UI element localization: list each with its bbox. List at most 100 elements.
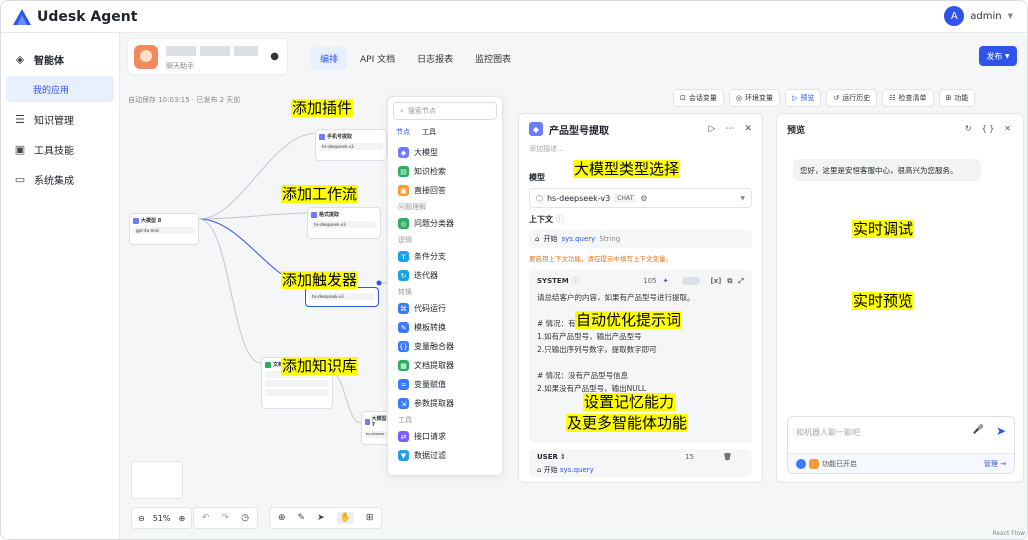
system-label: SYSTEM <box>537 277 569 285</box>
search-icon: ⌕ <box>400 106 404 115</box>
redo-icon[interactable]: ↷ <box>222 513 230 523</box>
node-model: hs-deepse <box>365 431 387 438</box>
loop-icon: ↻ <box>398 270 409 281</box>
history-icon[interactable]: ◷ <box>241 513 249 523</box>
bot-message: 您好，这里是安恒客服中心，很高兴为您服务。 <box>793 159 981 181</box>
zoom-in-icon[interactable]: ⊕ <box>178 514 185 523</box>
feature-bar: 功能已开启 管理 → <box>788 453 1014 473</box>
llm-icon <box>311 211 317 218</box>
node-panel-tabs: 节点 工具 <box>388 125 502 139</box>
node-item-doc-extract[interactable]: ▦ 文档提取器 <box>388 356 502 375</box>
answer-icon: ▣ <box>398 185 409 196</box>
user-menu[interactable]: A admin ▼ <box>944 6 1013 26</box>
node-item-label: 变量融合器 <box>414 342 454 351</box>
llm-icon <box>365 418 370 425</box>
node-item-http[interactable]: ⇄ 接口请求 <box>388 427 502 446</box>
settings-icon[interactable]: ⚙ <box>640 194 647 203</box>
workflow-node[interactable]: 手机号提取 hs-deepseek-v3 <box>315 129 387 161</box>
add-node-icon[interactable]: ⊕ <box>278 513 286 523</box>
sidebar-item-agents[interactable]: ◈ 智能体 <box>1 44 119 74</box>
model-badge: CHAT <box>614 193 637 203</box>
node-item-var-merge[interactable]: {} 变量融合器 <box>388 337 502 356</box>
workflow-node[interactable]: 格式提取 hs-deepseek-v3 <box>307 207 381 239</box>
node-title[interactable]: 产品型号提取 <box>549 122 609 137</box>
node-item-knowledge[interactable]: ▤ 知识检索 <box>388 162 502 181</box>
chat-input-placeholder: 和机器人聊一聊吧 <box>796 428 860 437</box>
app-logo[interactable]: Udesk Agent <box>13 8 137 25</box>
ai-optimize-icon[interactable]: ✦ <box>663 277 669 285</box>
node-picker-panel: ⌕ 搜索节点 节点 工具 ◆ 大模型 ▤ 知识检索 ▣ 直接回答 问题理解 ◎ 问题分类… <box>387 96 503 476</box>
sidebar-item-label: 工具技能 <box>34 145 74 157</box>
hand-icon[interactable]: ✋ <box>336 512 354 524</box>
context-type: String <box>599 235 621 243</box>
database-icon: ☰ <box>15 112 25 126</box>
node-item-if-else[interactable]: Y 条件分支 <box>388 247 502 266</box>
node-item-template[interactable]: ✎ 模板转换 <box>388 318 502 337</box>
model-icon: ⬡ <box>536 193 543 203</box>
tab-tools[interactable]: 工具 <box>422 127 436 137</box>
send-icon[interactable]: ➤ <box>996 424 1006 438</box>
manage-link[interactable]: 管理 → <box>984 459 1006 469</box>
user-prompt-editor[interactable]: USER ⇕ 15 🗑 ⌂ 开始 sys.query <box>529 449 752 477</box>
zoom-out-icon[interactable]: ⊖ <box>138 514 145 523</box>
prompt-line <box>537 357 744 370</box>
add-note-icon[interactable]: ✎ <box>298 513 306 523</box>
more-icon[interactable]: ⋯ <box>725 124 734 134</box>
chat-input[interactable]: 和机器人聊一聊吧 🎤 ➤ 功能已开启 管理 → <box>787 416 1015 474</box>
node-item-filter[interactable]: ▼ 数据过滤 <box>388 446 502 465</box>
run-node-icon[interactable]: ▷ <box>709 124 716 134</box>
node-item-iterator[interactable]: ↻ 迭代器 <box>388 266 502 285</box>
close-icon[interactable]: ✕ <box>744 124 752 134</box>
node-item-param-extract[interactable]: ⇲ 参数提取器 <box>388 394 502 413</box>
context-warning: 要启用上下文功能，请在提示中填写上下文变量。 <box>529 255 672 263</box>
char-count: 105 <box>643 277 657 285</box>
close-icon[interactable]: ✕ <box>1004 124 1011 133</box>
annotation-workflow: 添加工作流 <box>281 185 359 203</box>
avatar: A <box>944 6 965 26</box>
pointer-icon[interactable]: ➤ <box>317 513 325 523</box>
node-item-answer[interactable]: ▣ 直接回答 <box>388 181 502 200</box>
node-search-input[interactable]: ⌕ 搜索节点 <box>393 102 497 120</box>
refresh-icon[interactable]: ↻ <box>965 124 972 133</box>
app-window: Udesk Agent A admin ▼ ◈ 智能体 我的应用 ☰ 知识管理 … <box>0 0 1028 540</box>
sidebar-item-tools[interactable]: ▣ 工具技能 <box>1 134 119 164</box>
node-title: 格式提取 <box>319 212 340 218</box>
llm-icon <box>133 217 139 224</box>
context-variable[interactable]: ⌂ 开始 sys.query String <box>529 230 752 248</box>
annotation-preview: 实时预览 <box>852 292 915 310</box>
knowledge-icon <box>265 361 271 368</box>
chevron-down-icon: ▼ <box>740 194 745 202</box>
sidebar-item-my-apps[interactable]: 我的应用 <box>6 76 114 102</box>
minimap[interactable] <box>131 461 183 499</box>
description-input[interactable]: 添加描述... <box>519 144 762 158</box>
node-item-llm[interactable]: ◆ 大模型 <box>388 143 502 162</box>
context-var: sys.query <box>561 235 596 243</box>
node-item-var-assign[interactable]: = 变量赋值 <box>388 375 502 394</box>
sidebar-item-integration[interactable]: ▭ 系统集成 <box>1 164 119 194</box>
tab-nodes[interactable]: 节点 <box>396 127 410 137</box>
branch-icon: Y <box>398 251 409 262</box>
annotation-knowledge: 添加知识库 <box>281 357 359 375</box>
classifier-icon: ◎ <box>398 218 409 229</box>
zoom-level: 51% <box>152 513 171 523</box>
node-item-classifier[interactable]: ◎ 问题分类器 <box>388 214 502 233</box>
toggle-switch[interactable] <box>682 277 701 285</box>
variable-icon[interactable]: { } <box>982 124 995 133</box>
node-item-label: 代码运行 <box>414 304 446 313</box>
node-model: hs-deepseek-v3 <box>311 221 377 228</box>
node-item-code[interactable]: ⌘ 代码运行 <box>388 299 502 318</box>
expand-icon[interactable]: ⤢ <box>738 277 744 286</box>
copy-icon[interactable]: ⧉ <box>727 277 732 286</box>
undo-icon[interactable]: ↶ <box>202 513 210 523</box>
logo-icon <box>13 8 31 25</box>
sidebar-item-knowledge[interactable]: ☰ 知识管理 <box>1 104 119 134</box>
variable-icon[interactable]: [x] <box>710 277 721 285</box>
delete-icon[interactable]: 🗑 <box>723 453 732 461</box>
microphone-icon[interactable]: 🎤 <box>973 425 984 435</box>
group-label: 转换 <box>398 288 412 296</box>
user-var: sys.query <box>559 466 594 474</box>
layout-icon[interactable]: ⊞ <box>366 513 374 523</box>
workflow-node[interactable]: 大模型 8 gpt-4o-mini <box>129 213 199 245</box>
workflow-node[interactable]: hs-deepseek-v3 <box>305 287 379 307</box>
model-select[interactable]: ⬡ hs-deepseek-v3 CHAT ⚙ ▼ <box>529 188 752 208</box>
